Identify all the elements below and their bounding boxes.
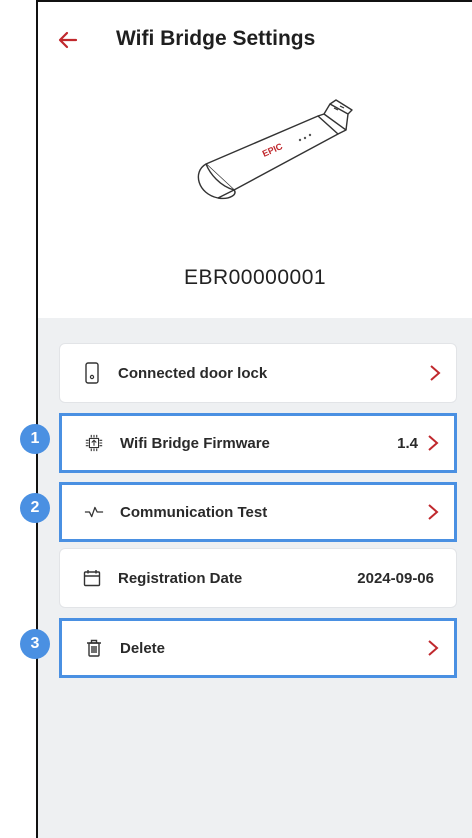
chevron-right-icon — [428, 435, 439, 451]
item-label: Registration Date — [118, 569, 243, 587]
back-arrow-icon[interactable] — [56, 28, 80, 52]
annotation-badge-1: 1 — [20, 424, 50, 454]
pulse-icon — [84, 502, 104, 522]
firmware-version: 1.4 — [397, 434, 418, 452]
annotation-badge-2: 2 — [20, 493, 50, 523]
registration-date-item: Registration Date 2024-09-06 — [59, 548, 457, 608]
firmware-chip-icon — [84, 433, 104, 453]
registration-date-value: 2024-09-06 — [357, 569, 434, 587]
wifi-bridge-firmware-item[interactable]: Wifi Bridge Firmware 1.4 — [59, 413, 457, 473]
item-label: Delete — [120, 639, 166, 657]
chevron-right-icon — [430, 365, 441, 381]
item-label: Wifi Bridge Firmware — [120, 434, 270, 452]
settings-list: Connected door lock Wifi Bridge Firmware… — [38, 318, 472, 838]
chevron-right-icon — [428, 640, 439, 656]
page-title: Wifi Bridge Settings — [116, 27, 316, 50]
header: Wifi Bridge Settings EPIC EBR00000001 — [38, 2, 472, 318]
chevron-right-icon — [428, 504, 439, 520]
connected-door-lock-item[interactable]: Connected door lock — [59, 343, 457, 403]
phone-frame: Wifi Bridge Settings EPIC EBR00000001 Co… — [36, 0, 472, 838]
device-serial: EBR00000001 — [183, 266, 327, 289]
annotation-badge-3: 3 — [20, 629, 50, 659]
item-label: Connected door lock — [118, 364, 268, 382]
wifi-bridge-device-image: EPIC — [197, 99, 353, 200]
calendar-icon — [82, 568, 102, 588]
trash-icon — [84, 638, 104, 658]
delete-item[interactable]: Delete — [59, 618, 457, 678]
door-lock-icon — [82, 362, 102, 384]
communication-test-item[interactable]: Communication Test — [59, 482, 457, 542]
item-label: Communication Test — [120, 503, 268, 521]
